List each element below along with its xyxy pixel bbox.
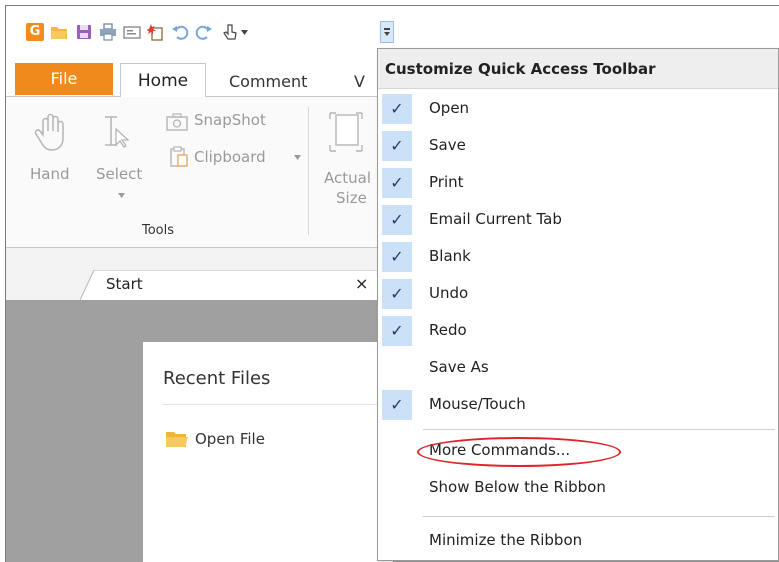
open-folder-icon[interactable] [50, 23, 68, 41]
menu-item-redo[interactable]: ✓ Redo [378, 313, 778, 349]
clipboard-button[interactable]: Clipboard [194, 148, 266, 166]
select-dropdown-icon[interactable] [118, 193, 125, 198]
menu-item-save[interactable]: ✓ Save [378, 128, 778, 164]
actual-size-label-line2[interactable]: Size [336, 189, 367, 207]
customize-dropdown-icon[interactable] [380, 21, 394, 43]
highlight-oval [417, 437, 621, 467]
menu-item-undo[interactable]: ✓ Undo [378, 276, 778, 312]
undo-icon[interactable] [171, 23, 189, 41]
select-icon [105, 116, 130, 148]
menu-item-label: Minimize the Ribbon [429, 531, 583, 549]
checkmark-icon: ✓ [382, 168, 412, 198]
hand-tool-label[interactable]: Hand [30, 165, 70, 183]
tab-comment[interactable]: Comment [229, 72, 307, 91]
menu-item-save-as[interactable]: Save As [378, 350, 778, 386]
quick-access-toolbar: G [6, 6, 779, 54]
menu-item-label: Open [429, 99, 470, 117]
select-tool-label[interactable]: Select [96, 165, 142, 183]
save-icon[interactable] [75, 23, 93, 41]
menu-item-label: Redo [429, 321, 467, 339]
email-icon[interactable] [123, 23, 141, 41]
menu-item-label: Blank [429, 247, 471, 265]
menu-item-label: Save As [429, 358, 489, 376]
snapshot-button[interactable]: SnapShot [194, 111, 266, 129]
menu-item-label: Undo [429, 284, 469, 302]
checkmark-icon: ✓ [382, 131, 412, 161]
checkmark-icon: ✓ [382, 279, 412, 309]
checkmark-icon: ✓ [382, 390, 412, 420]
print-icon[interactable] [99, 23, 117, 41]
tab-start-label[interactable]: Start [106, 275, 143, 293]
mouse-touch-icon[interactable] [221, 23, 239, 41]
menu-item-label: Show Below the Ribbon [429, 478, 606, 496]
group-separator [308, 107, 309, 235]
open-file-label[interactable]: Open File [195, 430, 265, 448]
mouse-touch-chevron-icon[interactable] [241, 30, 248, 35]
tab-file[interactable]: File [15, 63, 113, 95]
menu-item-open[interactable]: ✓ Open [378, 91, 778, 127]
tab-home[interactable]: Home [120, 63, 206, 97]
menu-item-show-below-ribbon[interactable]: Show Below the Ribbon [378, 470, 778, 506]
tab-close-icon[interactable]: × [355, 274, 368, 293]
app-logo-icon[interactable]: G [26, 23, 44, 41]
clipboard-dropdown-icon[interactable] [294, 155, 301, 160]
menu-item-blank[interactable]: ✓ Blank [378, 239, 778, 275]
menu-item-label: Print [429, 173, 464, 191]
actual-size-icon [329, 112, 363, 152]
checkmark-icon: ✓ [382, 205, 412, 235]
recent-divider [163, 404, 385, 405]
menu-item-email-current-tab[interactable]: ✓ Email Current Tab [378, 202, 778, 238]
redo-icon[interactable] [195, 23, 213, 41]
menu-title: Customize Quick Access Toolbar [378, 49, 778, 89]
recent-files-heading: Recent Files [163, 368, 271, 389]
menu-separator [423, 429, 775, 430]
checkmark-icon: ✓ [382, 94, 412, 124]
actual-size-label-line1[interactable]: Actual [324, 169, 371, 187]
customize-qat-menu: Customize Quick Access Toolbar ✓ Open ✓ … [377, 48, 779, 561]
menu-item-mouse-touch[interactable]: ✓ Mouse/Touch [378, 387, 778, 423]
tools-group-label: Tools [142, 223, 175, 238]
menu-item-label: Mouse/Touch [429, 395, 526, 413]
hand-icon [34, 113, 64, 151]
menu-item-minimize-ribbon[interactable]: Minimize the Ribbon [378, 523, 778, 559]
clipboard-icon [170, 146, 188, 167]
folder-icon [166, 432, 188, 447]
menu-item-print[interactable]: ✓ Print [378, 165, 778, 201]
menu-item-label: Email Current Tab [429, 210, 562, 228]
blank-icon[interactable] [147, 23, 165, 41]
snapshot-icon [166, 113, 188, 131]
tab-view-partial[interactable]: V [354, 72, 365, 91]
checkmark-icon: ✓ [382, 242, 412, 272]
menu-separator [423, 516, 775, 517]
menu-item-label: Save [429, 136, 466, 154]
checkmark-icon: ✓ [382, 316, 412, 346]
